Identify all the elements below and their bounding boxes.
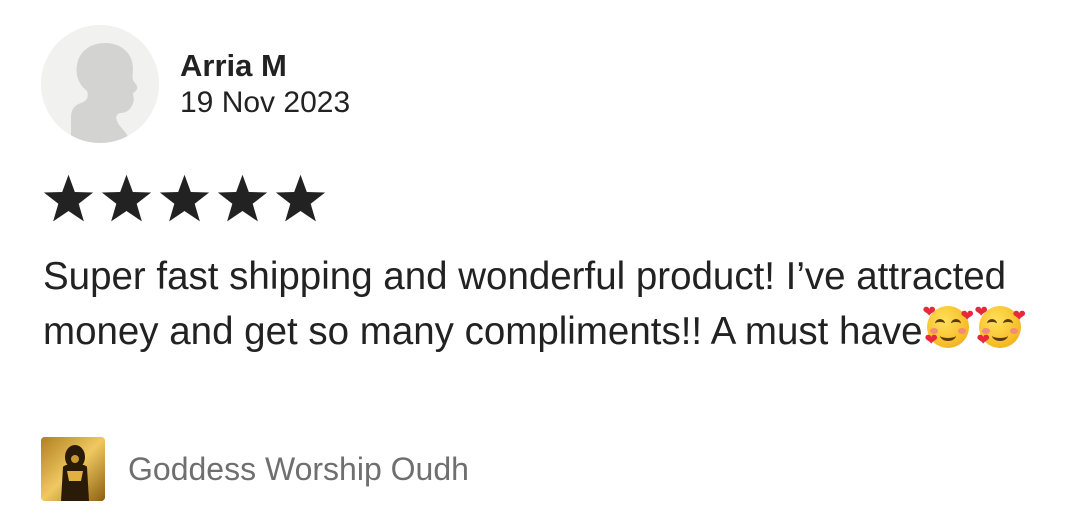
default-user-icon [41, 25, 159, 143]
review-card: Arria M 19 Nov 2023 Super fast shipping … [0, 0, 1080, 525]
smiling-face-with-hearts-icon: ❤ ❤ ❤ [974, 302, 1026, 349]
review-date: 19 Nov 2023 [180, 86, 351, 119]
star-icon [275, 174, 326, 222]
star-icon [217, 174, 268, 222]
avatar[interactable] [41, 25, 159, 143]
review-body: Super fast shipping and wonderful produc… [43, 250, 1063, 359]
smiling-face-with-hearts-icon: ❤ ❤ ❤ [922, 302, 974, 349]
star-icon [159, 174, 210, 222]
star-icon [43, 174, 94, 222]
product-name[interactable]: Goddess Worship Oudh [128, 449, 469, 489]
purchased-item-link[interactable]: Goddess Worship Oudh [41, 437, 469, 501]
star-rating [41, 173, 328, 225]
star-icon [101, 174, 152, 222]
product-thumbnail-icon[interactable] [41, 437, 105, 501]
review-text: Super fast shipping and wonderful produc… [43, 255, 1007, 353]
reviewer-name[interactable]: Arria M [180, 48, 287, 84]
